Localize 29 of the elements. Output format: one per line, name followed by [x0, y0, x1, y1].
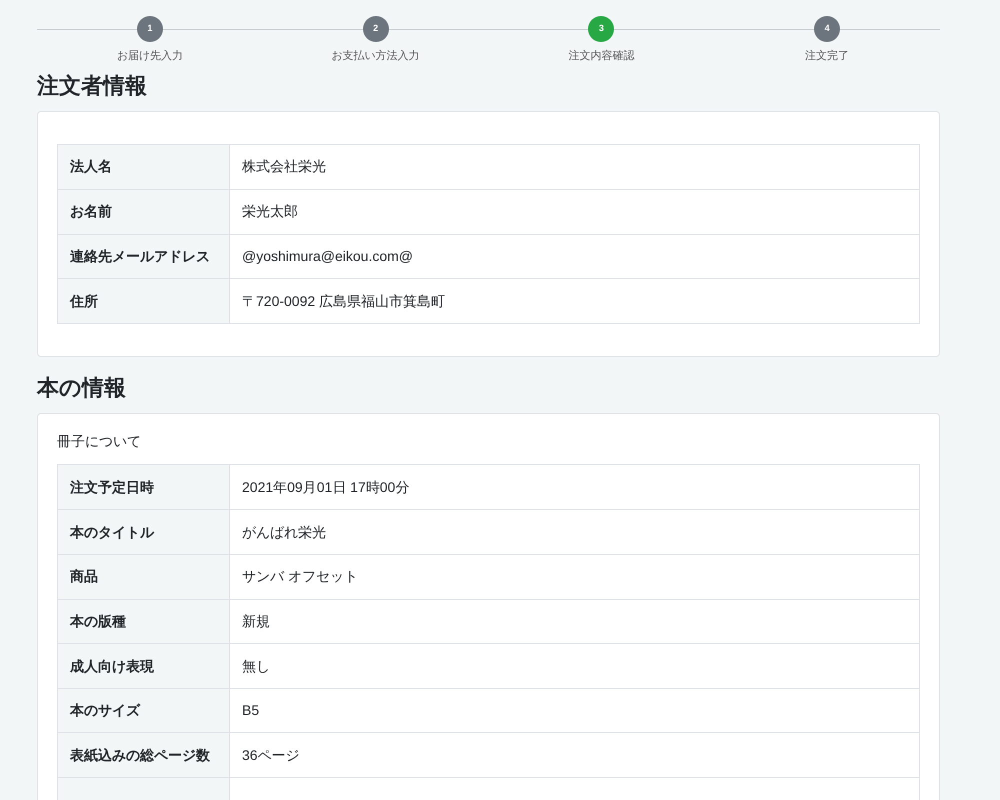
row-label: 注文予定日時	[58, 464, 230, 510]
row-value: がんばれ栄光	[241, 522, 327, 542]
row-value: 栄光太郎	[241, 202, 299, 222]
row-value: 新規	[241, 612, 271, 631]
row-value: 株式会社栄光	[241, 157, 327, 176]
row-value: @yoshimura@eikou.com@	[241, 246, 414, 266]
row-label: 連絡先メールアドレス	[58, 234, 230, 278]
row-label: 住所	[58, 279, 230, 323]
row-value: B5	[241, 701, 260, 720]
row-label: 本の版種	[58, 600, 230, 644]
row-label: 法人名	[58, 144, 230, 190]
row-label: 本のタイトル	[58, 510, 230, 554]
row-value: 36ページ	[241, 746, 301, 765]
row-label: 成人向け表現	[58, 644, 230, 688]
section-heading: 本の情報	[37, 374, 127, 402]
row-label: 本のサイズ	[58, 688, 230, 732]
section-heading: 注文者情報	[37, 72, 148, 100]
row-label: 商品	[58, 555, 230, 599]
row-label: お名前	[58, 190, 230, 234]
row-label: 表紙込みの総ページ数	[58, 733, 230, 778]
card-caption: 冊子について	[57, 432, 142, 451]
row-value: サンバ オフセット	[241, 567, 359, 586]
step-label: 注文内容確認	[568, 48, 634, 64]
row-value: 2021年09月01日 17時00分	[241, 478, 410, 497]
step-label: お届け先入力	[116, 49, 183, 64]
row-value: 〒720-0092 広島県福山市箕島町	[241, 292, 446, 311]
row-value: 無し	[241, 656, 271, 676]
step-label: お支払い方法入力	[332, 48, 420, 64]
step-label: 注文完了	[805, 48, 850, 64]
